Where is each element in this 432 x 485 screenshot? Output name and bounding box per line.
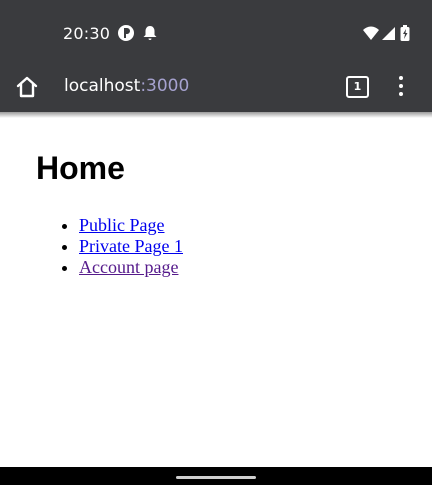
list-item: Account page bbox=[79, 257, 183, 278]
gesture-handle[interactable] bbox=[176, 476, 256, 479]
private-page-1-link[interactable]: Private Page 1 bbox=[79, 236, 183, 256]
tab-switcher-button[interactable]: 1 bbox=[346, 76, 369, 98]
mobile-data-icon bbox=[118, 25, 134, 41]
address-bar[interactable]: localhost:3000 bbox=[64, 76, 189, 96]
account-page-link[interactable]: Account page bbox=[79, 257, 178, 277]
signal-icon bbox=[382, 27, 395, 40]
battery-icon bbox=[400, 25, 410, 41]
overflow-menu-icon[interactable] bbox=[390, 74, 412, 98]
notification-bell-icon bbox=[143, 26, 157, 40]
wifi-icon bbox=[363, 26, 379, 40]
system-nav-bar bbox=[0, 467, 432, 485]
status-bar: 20:30 bbox=[0, 0, 432, 64]
list-item: Public Page bbox=[79, 215, 183, 236]
public-page-link[interactable]: Public Page bbox=[79, 215, 165, 235]
home-icon[interactable] bbox=[13, 73, 41, 101]
link-list: Public Page Private Page 1 Account page bbox=[40, 215, 183, 278]
list-item: Private Page 1 bbox=[79, 236, 183, 257]
toolbar-divider bbox=[0, 112, 432, 118]
url-port: :3000 bbox=[140, 76, 190, 96]
page-title: Home bbox=[36, 150, 125, 186]
status-time: 20:30 bbox=[63, 24, 111, 43]
url-host: localhost bbox=[64, 76, 141, 96]
